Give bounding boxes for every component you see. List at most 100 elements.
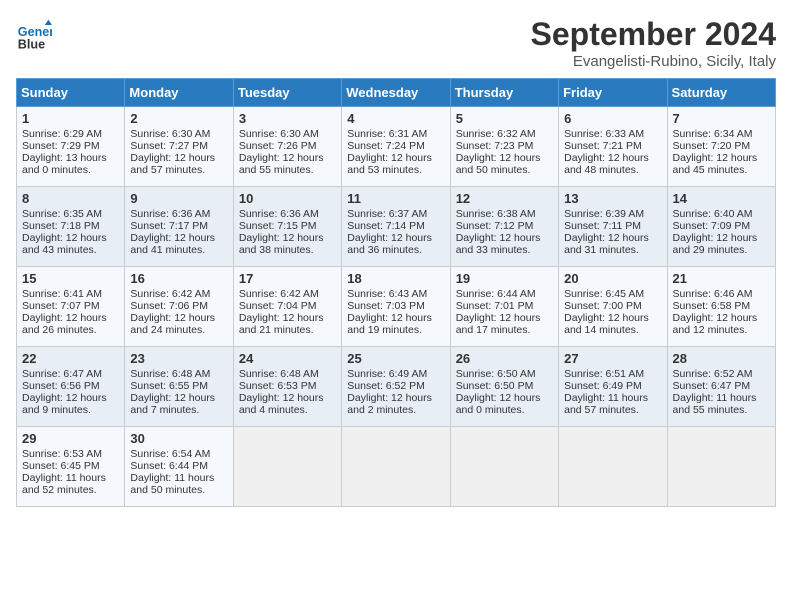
sunrise-text: Sunrise: 6:42 AM: [130, 288, 210, 300]
day-number: 12: [456, 191, 553, 206]
sunset-text: Sunset: 6:50 PM: [456, 380, 534, 392]
sunrise-text: Sunrise: 6:46 AM: [673, 288, 753, 300]
day-number: 1: [22, 111, 119, 126]
sunrise-text: Sunrise: 6:33 AM: [564, 128, 644, 140]
daylight-text: Daylight: 12 hours and 38 minutes.: [239, 232, 324, 256]
day-number: 18: [347, 271, 444, 286]
calendar-cell: 24Sunrise: 6:48 AMSunset: 6:53 PMDayligh…: [233, 347, 341, 427]
day-number: 15: [22, 271, 119, 286]
calendar-cell: 30Sunrise: 6:54 AMSunset: 6:44 PMDayligh…: [125, 427, 233, 507]
day-number: 2: [130, 111, 227, 126]
calendar-cell: [667, 427, 775, 507]
day-number: 4: [347, 111, 444, 126]
sunrise-text: Sunrise: 6:38 AM: [456, 208, 536, 220]
calendar-cell: 27 Sunrise: 6:51 AMSunset: 6:49 PMDayligh…: [559, 347, 667, 427]
daylight-text: Daylight: 12 hours and 2 minutes.: [347, 392, 432, 416]
sunrise-text: Sunrise: 6:36 AM: [239, 208, 319, 220]
calendar-cell: 2Sunrise: 6:30 AMSunset: 7:27 PMDaylight…: [125, 107, 233, 187]
sunset-text: Sunset: 7:23 PM: [456, 140, 534, 152]
sunrise-text: Sunrise: 6:51 AM: [564, 368, 644, 380]
header-day: Saturday: [667, 79, 775, 107]
calendar-week-row: 8Sunrise: 6:35 AMSunset: 7:18 PMDaylight…: [17, 187, 776, 267]
sunset-text: Sunset: 7:29 PM: [22, 140, 100, 152]
header-day: Sunday: [17, 79, 125, 107]
calendar-cell: 14Sunrise: 6:40 AMSunset: 7:09 PMDayligh…: [667, 187, 775, 267]
calendar-cell: 29Sunrise: 6:53 AMSunset: 6:45 PMDayligh…: [17, 427, 125, 507]
day-number: 26: [456, 351, 553, 366]
sunset-text: Sunset: 7:12 PM: [456, 220, 534, 232]
sunset-text: Sunset: 7:21 PM: [564, 140, 642, 152]
calendar-week-row: 29Sunrise: 6:53 AMSunset: 6:45 PMDayligh…: [17, 427, 776, 507]
daylight-text: Daylight: 11 hours and 57 minutes.: [564, 392, 648, 416]
daylight-text: Daylight: 12 hours and 41 minutes.: [130, 232, 215, 256]
day-number: 14: [673, 191, 770, 206]
daylight-text: Daylight: 12 hours and 14 minutes.: [564, 312, 649, 336]
daylight-text: Daylight: 11 hours and 55 minutes.: [673, 392, 757, 416]
sunset-text: Sunset: 7:01 PM: [456, 300, 534, 312]
daylight-text: Daylight: 12 hours and 4 minutes.: [239, 392, 324, 416]
daylight-text: Daylight: 12 hours and 24 minutes.: [130, 312, 215, 336]
sunrise-text: Sunrise: 6:44 AM: [456, 288, 536, 300]
day-number: 3: [239, 111, 336, 126]
calendar-cell: 10Sunrise: 6:36 AMSunset: 7:15 PMDayligh…: [233, 187, 341, 267]
calendar-subtitle: Evangelisti-Rubino, Sicily, Italy: [531, 53, 776, 70]
svg-text:Blue: Blue: [18, 37, 45, 51]
daylight-text: Daylight: 12 hours and 19 minutes.: [347, 312, 432, 336]
day-number: 29: [22, 431, 119, 446]
day-number: 22: [22, 351, 119, 366]
sunset-text: Sunset: 6:45 PM: [22, 460, 100, 472]
sunset-text: Sunset: 7:15 PM: [239, 220, 317, 232]
sunrise-text: Sunrise: 6:30 AM: [239, 128, 319, 140]
sunset-text: Sunset: 6:55 PM: [130, 380, 208, 392]
daylight-text: Daylight: 12 hours and 7 minutes.: [130, 392, 215, 416]
daylight-text: Daylight: 12 hours and 29 minutes.: [673, 232, 758, 256]
calendar-cell: 15Sunrise: 6:41 AMSunset: 7:07 PMDayligh…: [17, 267, 125, 347]
daylight-text: Daylight: 12 hours and 55 minutes.: [239, 152, 324, 176]
title-area: September 2024 Evangelisti-Rubino, Sicil…: [531, 16, 776, 70]
daylight-text: Daylight: 12 hours and 57 minutes.: [130, 152, 215, 176]
calendar-cell: [559, 427, 667, 507]
day-number: 27: [564, 351, 661, 366]
sunset-text: Sunset: 6:49 PM: [564, 380, 642, 392]
header-day: Monday: [125, 79, 233, 107]
calendar-cell: 7Sunrise: 6:34 AMSunset: 7:20 PMDaylight…: [667, 107, 775, 187]
daylight-text: Daylight: 12 hours and 9 minutes.: [22, 392, 107, 416]
header-row: SundayMondayTuesdayWednesdayThursdayFrid…: [17, 79, 776, 107]
sunrise-text: Sunrise: 6:31 AM: [347, 128, 427, 140]
calendar-cell: 18Sunrise: 6:43 AMSunset: 7:03 PMDayligh…: [342, 267, 450, 347]
calendar-cell: 20Sunrise: 6:45 AMSunset: 7:00 PMDayligh…: [559, 267, 667, 347]
sunset-text: Sunset: 7:14 PM: [347, 220, 425, 232]
calendar-cell: 1Sunrise: 6:29 AMSunset: 7:29 PMDaylight…: [17, 107, 125, 187]
sunrise-text: Sunrise: 6:34 AM: [673, 128, 753, 140]
calendar-cell: 21Sunrise: 6:46 AMSunset: 6:58 PMDayligh…: [667, 267, 775, 347]
daylight-text: Daylight: 13 hours and 0 minutes.: [22, 152, 107, 176]
header-day: Thursday: [450, 79, 558, 107]
sunrise-text: Sunrise: 6:37 AM: [347, 208, 427, 220]
day-number: 28: [673, 351, 770, 366]
daylight-text: Daylight: 12 hours and 43 minutes.: [22, 232, 107, 256]
header-day: Tuesday: [233, 79, 341, 107]
sunset-text: Sunset: 6:47 PM: [673, 380, 751, 392]
sunset-text: Sunset: 7:20 PM: [673, 140, 751, 152]
day-number: 16: [130, 271, 227, 286]
day-number: 19: [456, 271, 553, 286]
sunrise-text: Sunrise: 6:54 AM: [130, 448, 210, 460]
sunset-text: Sunset: 6:44 PM: [130, 460, 208, 472]
sunrise-text: Sunrise: 6:48 AM: [239, 368, 319, 380]
calendar-cell: 8Sunrise: 6:35 AMSunset: 7:18 PMDaylight…: [17, 187, 125, 267]
daylight-text: Daylight: 12 hours and 12 minutes.: [673, 312, 758, 336]
daylight-text: Daylight: 12 hours and 21 minutes.: [239, 312, 324, 336]
daylight-text: Daylight: 11 hours and 52 minutes.: [22, 472, 106, 496]
calendar-cell: [450, 427, 558, 507]
day-number: 6: [564, 111, 661, 126]
sunset-text: Sunset: 7:04 PM: [239, 300, 317, 312]
sunrise-text: Sunrise: 6:39 AM: [564, 208, 644, 220]
calendar-cell: 25Sunrise: 6:49 AMSunset: 6:52 PMDayligh…: [342, 347, 450, 427]
sunset-text: Sunset: 6:52 PM: [347, 380, 425, 392]
day-number: 11: [347, 191, 444, 206]
header-day: Wednesday: [342, 79, 450, 107]
sunrise-text: Sunrise: 6:50 AM: [456, 368, 536, 380]
calendar-cell: 28Sunrise: 6:52 AMSunset: 6:47 PMDayligh…: [667, 347, 775, 427]
sunrise-text: Sunrise: 6:36 AM: [130, 208, 210, 220]
header-day: Friday: [559, 79, 667, 107]
